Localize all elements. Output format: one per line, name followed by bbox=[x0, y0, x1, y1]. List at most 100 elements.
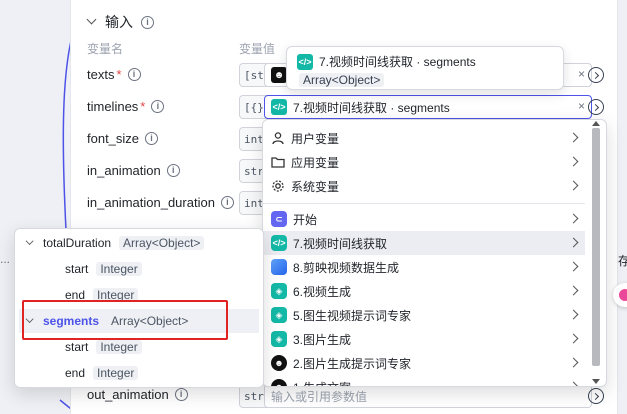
param-name: in_animation bbox=[87, 163, 161, 178]
variable-picker-button[interactable] bbox=[588, 67, 604, 83]
chevron-right-icon bbox=[568, 357, 579, 368]
field-name: start bbox=[65, 340, 89, 354]
stack-node-icon: ◈ bbox=[271, 307, 287, 323]
highlight-box bbox=[22, 300, 228, 340]
field-type: Integer bbox=[96, 340, 142, 354]
scroll-up-arrow[interactable] bbox=[592, 121, 600, 126]
param-label-font-size: font_size i bbox=[87, 131, 159, 146]
menu-item-label: 系统变量 bbox=[291, 179, 340, 194]
chevron-right-icon bbox=[568, 180, 579, 191]
tree-item[interactable]: start Integer bbox=[65, 257, 142, 281]
stack-node-icon: ◈ bbox=[271, 331, 287, 347]
menu-item-label: 开始 bbox=[293, 212, 318, 227]
menu-item-node[interactable]: ☻ 2.图片生成提示词专家 bbox=[263, 351, 585, 375]
menu-item-label: 6.视频生成 bbox=[293, 284, 352, 299]
tree-item[interactable]: totalDuration Array<Object> bbox=[25, 231, 205, 255]
menu-item-node[interactable]: ◈ 6.视频生成 bbox=[263, 279, 585, 303]
menu-item-label: 2.图片生成提示词专家 bbox=[293, 356, 412, 371]
code-node-icon: </> bbox=[271, 99, 287, 115]
menu-item-app-variables[interactable]: 应用变量 bbox=[263, 150, 585, 174]
menu-item-node[interactable]: ☻ 1.生成文案 bbox=[263, 375, 585, 387]
variable-picker-button[interactable] bbox=[588, 388, 604, 404]
tooltip-type: Array<Object> bbox=[299, 73, 385, 87]
input-section-header[interactable]: 输入 i bbox=[87, 12, 154, 32]
menu-item-label: 3.图片生成 bbox=[293, 332, 352, 347]
reference-label: 7.视频时间线获取 · segments bbox=[293, 100, 450, 115]
chevron-right-icon bbox=[568, 237, 579, 248]
info-icon[interactable]: i bbox=[127, 68, 141, 81]
menu-item-label: 8.剪映视频数据生成 bbox=[293, 260, 400, 275]
field-type: Integer bbox=[93, 366, 139, 380]
gear-icon bbox=[272, 180, 284, 192]
param-name: out_animation bbox=[87, 387, 169, 402]
variable-picker-button[interactable] bbox=[588, 99, 604, 115]
info-icon[interactable]: i bbox=[220, 196, 234, 209]
field-name: totalDuration bbox=[43, 236, 112, 250]
menu-item-node[interactable]: ◈ 3.图片生成 bbox=[263, 327, 585, 351]
menu-item-node[interactable]: ◈ 5.图生视频提示词专家 bbox=[263, 303, 585, 327]
avatar-node-icon: ☻ bbox=[271, 379, 287, 386]
chevron-right-icon bbox=[568, 333, 579, 344]
reference-tooltip: </> 7.视频时间线获取 · segments Array<Object> bbox=[286, 46, 564, 90]
out-animation-value-input[interactable]: 输入或引用参数值 bbox=[264, 384, 592, 408]
clear-icon[interactable]: × bbox=[578, 99, 585, 113]
menu-item-label: 1.生成文案 bbox=[293, 379, 351, 387]
required-mark: * bbox=[140, 99, 146, 114]
menu-item-label: 用户变量 bbox=[291, 131, 340, 146]
param-name: timelines bbox=[87, 99, 139, 114]
code-node-icon: </> bbox=[297, 53, 313, 70]
param-name: font_size bbox=[87, 131, 140, 146]
menu-divider bbox=[263, 203, 585, 204]
menu-item-system-variables[interactable]: 系统变量 bbox=[263, 174, 585, 198]
scrollbar-thumb[interactable] bbox=[592, 128, 600, 366]
menu-item-label: 应用变量 bbox=[291, 155, 340, 170]
scroll-down-arrow[interactable] bbox=[592, 379, 600, 384]
column-header-name: 变量名 bbox=[87, 42, 124, 56]
menu-item-node[interactable]: </> 7.视频时间线获取 bbox=[263, 231, 585, 255]
chevron-right-icon bbox=[568, 261, 579, 272]
field-name: start bbox=[65, 262, 89, 276]
chevron-down-icon[interactable] bbox=[26, 239, 34, 247]
menu-item-node[interactable]: 8.剪映视频数据生成 bbox=[263, 255, 585, 279]
param-label-texts: texts * i bbox=[87, 67, 141, 82]
stack-node-icon: ◈ bbox=[271, 283, 287, 299]
field-type: Array<Object> bbox=[119, 236, 205, 250]
required-mark: * bbox=[116, 67, 122, 82]
chevron-right-icon bbox=[568, 285, 579, 296]
timelines-value-input[interactable]: </> 7.视频时间线获取 · segments × bbox=[264, 95, 592, 119]
start-icon: ⊂ bbox=[271, 211, 287, 227]
param-label-out-animation: out_animation i bbox=[87, 387, 188, 402]
user-icon bbox=[272, 132, 284, 145]
param-label-in-animation-duration: in_animation_duration i bbox=[87, 195, 234, 210]
tree-item[interactable]: end Integer bbox=[65, 361, 139, 385]
side-label: 存 bbox=[618, 254, 627, 268]
tooltip-title: 7.视频时间线获取 · segments bbox=[319, 55, 476, 69]
info-icon[interactable]: i bbox=[151, 100, 165, 113]
chevron-down-icon[interactable] bbox=[87, 17, 97, 27]
chevron-right-icon bbox=[568, 213, 579, 224]
chevron-right-icon bbox=[568, 381, 579, 386]
menu-item-label: 7.视频时间线获取 bbox=[293, 236, 388, 251]
param-name: in_animation_duration bbox=[87, 195, 215, 210]
canvas-dots: ... bbox=[0, 252, 11, 266]
param-name: texts bbox=[87, 67, 115, 82]
info-icon[interactable]: i bbox=[174, 388, 188, 401]
chevron-right-icon bbox=[568, 156, 579, 167]
clear-icon[interactable]: × bbox=[578, 67, 585, 81]
code-node-icon: </> bbox=[271, 235, 287, 251]
globe-node-icon bbox=[271, 259, 287, 275]
section-title: 输入 bbox=[105, 14, 133, 30]
menu-item-user-variables[interactable]: 用户变量 bbox=[263, 126, 585, 150]
chevron-right-icon bbox=[568, 309, 579, 320]
info-icon[interactable]: i bbox=[141, 15, 154, 29]
info-icon[interactable]: i bbox=[145, 132, 159, 145]
chevron-right-icon bbox=[568, 132, 579, 143]
variable-source-menu: 用户变量 应用变量 系统变量 ⊂ 开始 </> 7.视频时间线获取 8.剪映视频… bbox=[262, 119, 607, 387]
field-type: Integer bbox=[96, 262, 142, 276]
column-header-value: 变量值 bbox=[239, 42, 276, 56]
folder-icon bbox=[271, 157, 285, 168]
menu-item-node[interactable]: ⊂ 开始 bbox=[263, 207, 585, 231]
avatar-node-icon: ☻ bbox=[271, 355, 287, 371]
info-icon[interactable]: i bbox=[166, 164, 180, 177]
avatar-node-icon: ☻ bbox=[271, 67, 287, 83]
